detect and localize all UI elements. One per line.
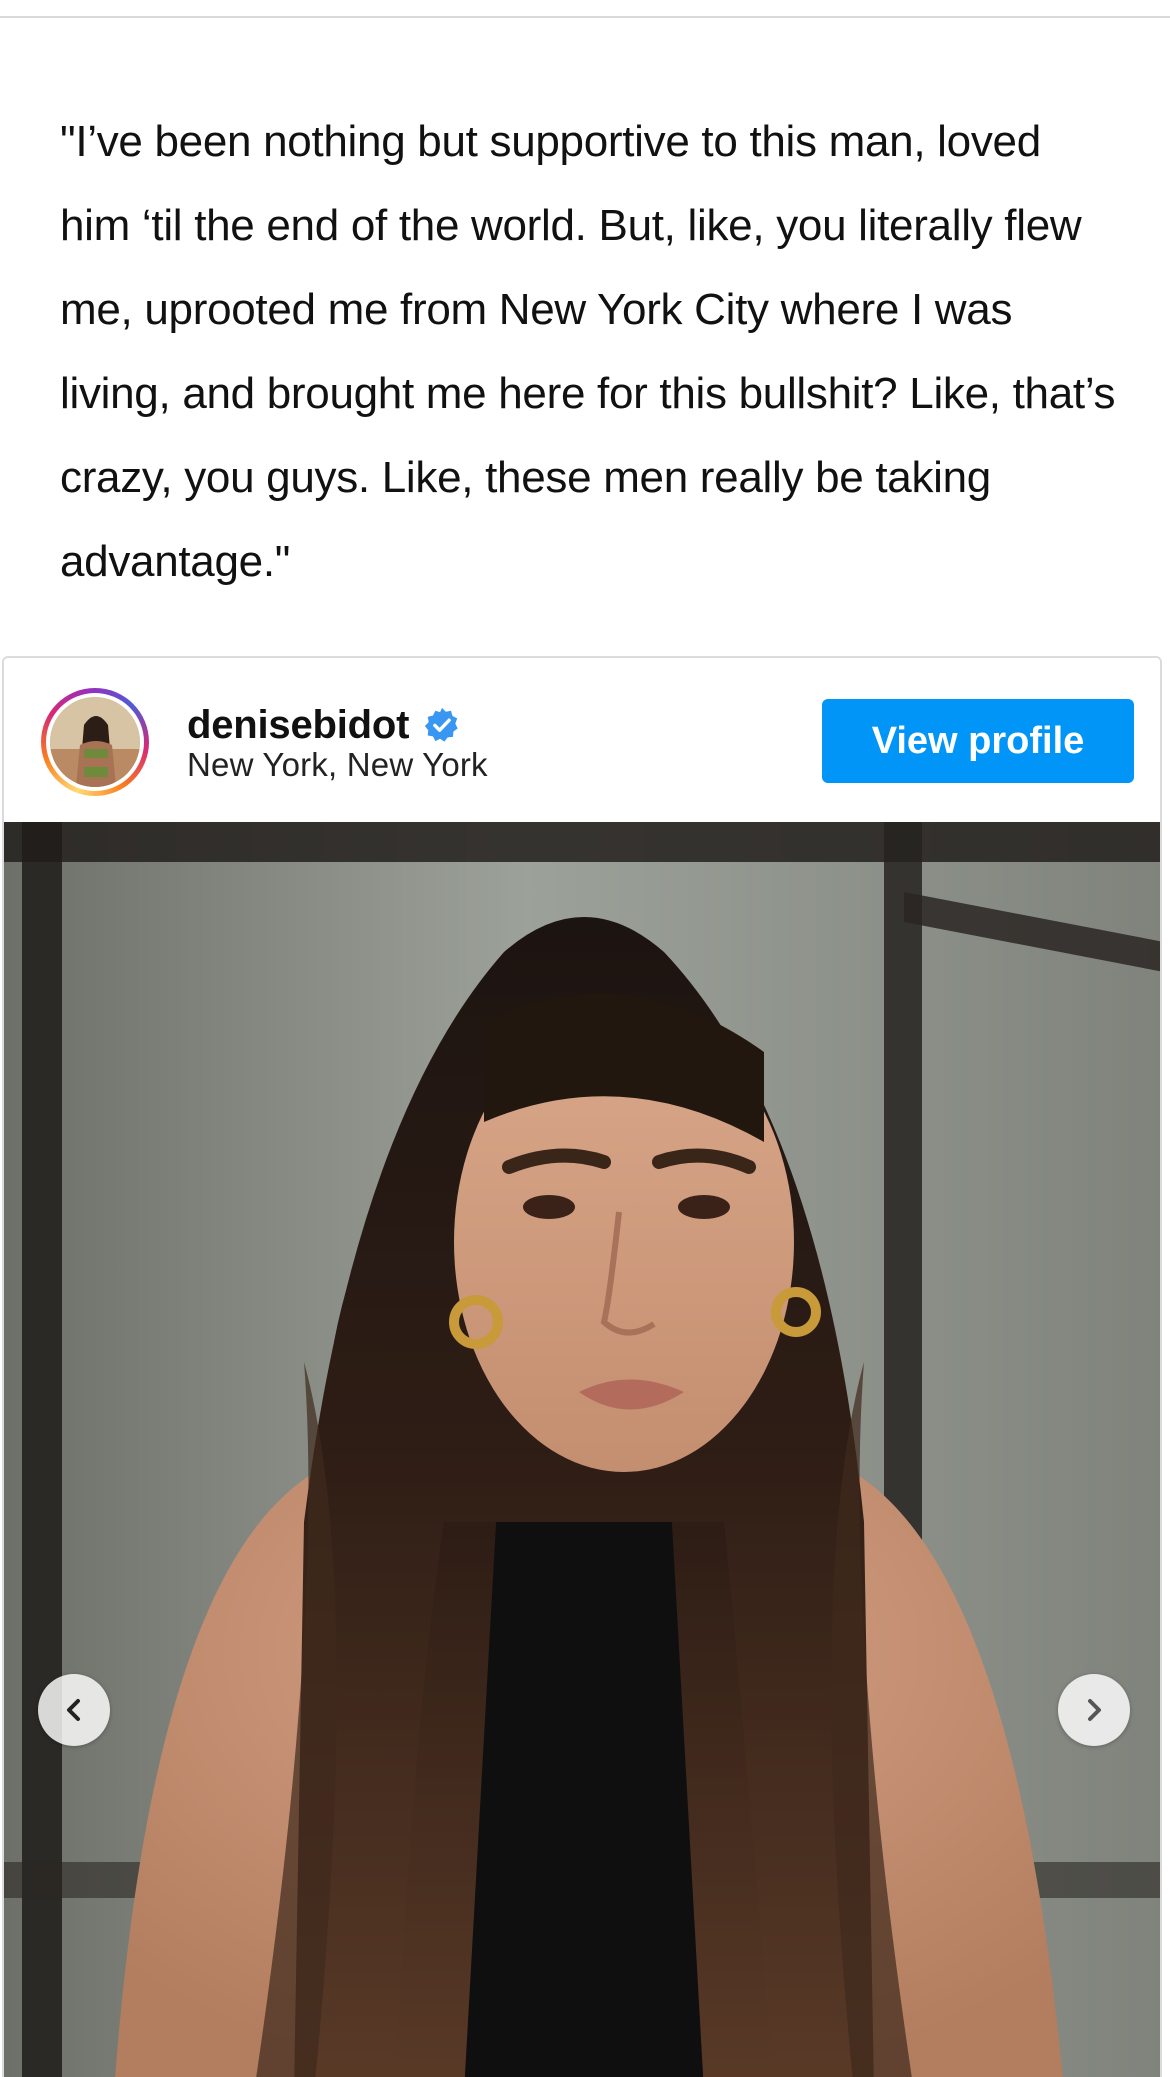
location-text[interactable]: New York, New York: [187, 746, 488, 784]
username-link[interactable]: denisebidot: [187, 703, 409, 748]
article-quote: "I’ve been nothing but supportive to thi…: [60, 117, 1116, 586]
username-row: denisebidot: [187, 700, 461, 750]
view-profile-button[interactable]: View profile: [822, 699, 1134, 783]
verified-badge-icon: [423, 706, 461, 744]
previous-photo-button[interactable]: [38, 1674, 110, 1746]
chevron-right-icon: [1088, 1699, 1101, 1721]
post-photo[interactable]: [4, 822, 1160, 2077]
avatar-photo: [50, 697, 140, 787]
instagram-embed: denisebidot New York, New York View prof…: [2, 656, 1162, 2077]
next-photo-button[interactable]: [1058, 1674, 1130, 1746]
article-page: "I’ve been nothing but supportive to thi…: [0, 0, 1170, 2077]
top-divider: [0, 16, 1170, 18]
embed-header: denisebidot New York, New York View prof…: [4, 658, 1160, 822]
chevron-left-icon: [67, 1699, 80, 1721]
avatar[interactable]: [41, 688, 149, 796]
